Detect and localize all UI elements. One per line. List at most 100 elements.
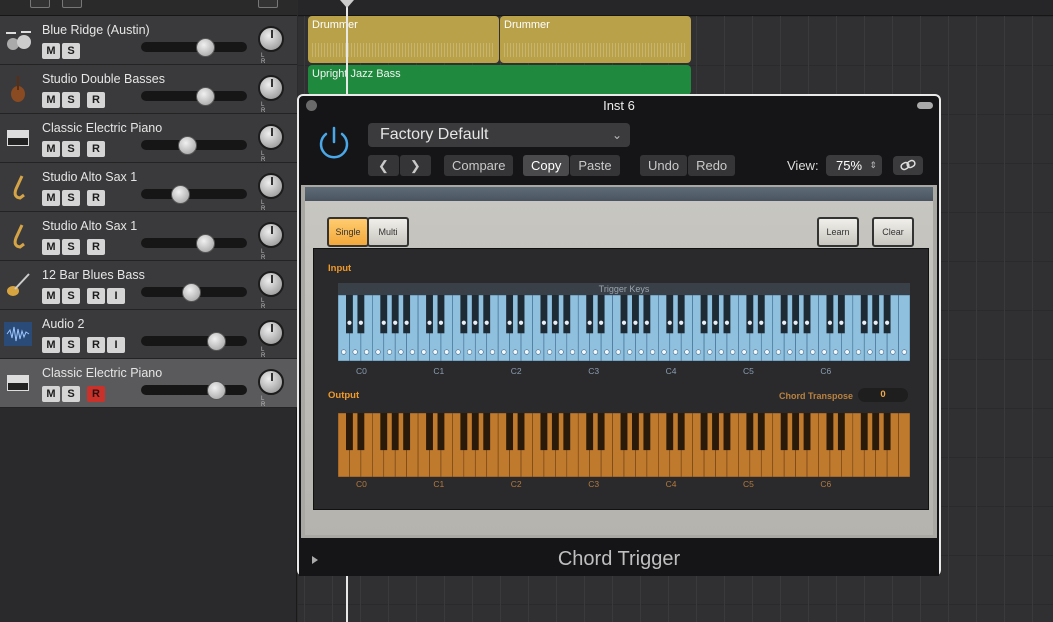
black-key[interactable] xyxy=(346,413,353,451)
plugin-titlebar[interactable]: Inst 6 xyxy=(299,96,939,116)
black-key[interactable] xyxy=(380,413,388,451)
track-header[interactable]: Audio 2 MSRI L R xyxy=(0,310,297,359)
pan-knob[interactable] xyxy=(258,173,284,199)
close-button[interactable] xyxy=(306,100,317,111)
black-key[interactable] xyxy=(597,413,605,451)
power-icon[interactable] xyxy=(315,124,353,162)
track-header[interactable]: Classic Electric Piano M S R L R xyxy=(0,359,297,408)
black-key[interactable] xyxy=(540,295,548,334)
mute-button[interactable]: M xyxy=(42,386,60,402)
mute-button[interactable]: M xyxy=(42,337,60,353)
black-key[interactable] xyxy=(837,413,845,451)
black-key[interactable] xyxy=(643,295,651,334)
black-key[interactable] xyxy=(517,295,525,334)
black-key[interactable] xyxy=(437,413,445,451)
track-header[interactable]: Classic Electric Piano M S R L R xyxy=(0,114,297,163)
fader-knob[interactable] xyxy=(177,136,197,155)
black-key[interactable] xyxy=(551,413,559,451)
track-name[interactable]: Studio Double Basses xyxy=(42,72,165,86)
solo-button[interactable]: S xyxy=(62,43,80,59)
fader-knob[interactable] xyxy=(181,283,201,302)
chord-transpose-field[interactable]: 0 xyxy=(858,388,908,402)
black-key[interactable] xyxy=(471,413,479,451)
timeline-ruler[interactable] xyxy=(298,0,1053,16)
track-name[interactable]: 12 Bar Blues Bass xyxy=(42,268,145,282)
solo-button[interactable]: S xyxy=(62,337,80,353)
black-key[interactable] xyxy=(792,295,800,334)
black-key[interactable] xyxy=(597,295,605,334)
volume-fader[interactable] xyxy=(141,87,247,106)
input-monitor-button[interactable]: I xyxy=(107,288,125,304)
track-header[interactable]: Studio Alto Sax 1 MSR L R xyxy=(0,212,297,261)
mute-button[interactable]: M xyxy=(42,92,60,108)
solo-button[interactable]: S xyxy=(62,190,80,206)
black-key[interactable] xyxy=(712,295,719,334)
black-key[interactable] xyxy=(712,413,719,451)
record-enable-button[interactable]: R xyxy=(87,141,105,157)
black-key[interactable] xyxy=(403,295,411,334)
black-key[interactable] xyxy=(666,413,674,451)
redo-button[interactable]: Redo xyxy=(688,155,736,176)
black-key[interactable] xyxy=(872,413,880,451)
input-keyboard[interactable] xyxy=(338,295,910,361)
pan-knob[interactable] xyxy=(258,222,284,248)
track-name[interactable]: Blue Ridge (Austin) xyxy=(42,23,150,37)
black-key[interactable] xyxy=(506,413,514,451)
black-key[interactable] xyxy=(723,295,731,334)
solo-button[interactable]: S xyxy=(62,239,80,255)
preset-menu[interactable]: Factory Default ⌄ xyxy=(368,123,630,147)
black-key[interactable] xyxy=(826,413,834,451)
clear-button[interactable]: Clear xyxy=(872,217,914,247)
record-enable-button[interactable]: R xyxy=(87,337,105,353)
undo-button[interactable]: Undo xyxy=(640,155,688,176)
white-key[interactable] xyxy=(898,413,910,477)
view-zoom-select[interactable]: 75% ⇕ xyxy=(826,155,882,176)
copy-button[interactable]: Copy xyxy=(523,155,570,176)
black-key[interactable] xyxy=(563,295,571,334)
black-key[interactable] xyxy=(357,413,365,451)
black-key[interactable] xyxy=(517,413,525,451)
fader-knob[interactable] xyxy=(195,38,215,57)
black-key[interactable] xyxy=(677,295,685,334)
pan-knob[interactable] xyxy=(258,271,284,297)
record-enable-button[interactable]: R xyxy=(87,239,105,255)
black-key[interactable] xyxy=(551,295,559,334)
black-key[interactable] xyxy=(483,413,491,451)
record-enable-button[interactable]: R xyxy=(87,386,105,402)
black-key[interactable] xyxy=(677,413,685,451)
mute-button[interactable]: M xyxy=(42,43,60,59)
volume-fader[interactable] xyxy=(141,381,247,400)
black-key[interactable] xyxy=(860,413,868,451)
bass-region[interactable]: Upright Jazz Bass xyxy=(308,65,691,95)
learn-button[interactable]: Learn xyxy=(817,217,859,247)
black-key[interactable] xyxy=(837,295,845,334)
record-enable-button[interactable]: R xyxy=(87,190,105,206)
black-key[interactable] xyxy=(506,295,514,334)
record-enable-button[interactable]: R xyxy=(87,92,105,108)
fader-knob[interactable] xyxy=(195,234,215,253)
black-key[interactable] xyxy=(780,295,788,334)
black-key[interactable] xyxy=(723,413,731,451)
track-options-button[interactable] xyxy=(258,0,278,8)
black-key[interactable] xyxy=(632,295,639,334)
black-key[interactable] xyxy=(860,295,868,334)
fader-knob[interactable] xyxy=(207,381,227,400)
track-header[interactable]: Studio Double Basses M S R L R xyxy=(0,65,297,114)
volume-fader[interactable] xyxy=(141,38,247,57)
previous-preset-button[interactable]: ❮ xyxy=(368,155,399,176)
black-key[interactable] xyxy=(883,295,891,334)
black-key[interactable] xyxy=(872,295,880,334)
track-header[interactable]: Studio Alto Sax 1 MSR L R xyxy=(0,163,297,212)
black-key[interactable] xyxy=(792,413,800,451)
trigger-keys-bar[interactable]: Trigger Keys xyxy=(338,283,910,295)
black-key[interactable] xyxy=(883,413,891,451)
black-key[interactable] xyxy=(426,413,433,451)
volume-fader[interactable] xyxy=(141,185,247,204)
black-key[interactable] xyxy=(563,413,571,451)
black-key[interactable] xyxy=(586,413,594,451)
solo-button[interactable]: S xyxy=(62,92,80,108)
pan-knob[interactable] xyxy=(258,124,284,150)
black-key[interactable] xyxy=(632,413,639,451)
black-key[interactable] xyxy=(357,295,365,334)
pan-knob[interactable] xyxy=(258,26,284,52)
